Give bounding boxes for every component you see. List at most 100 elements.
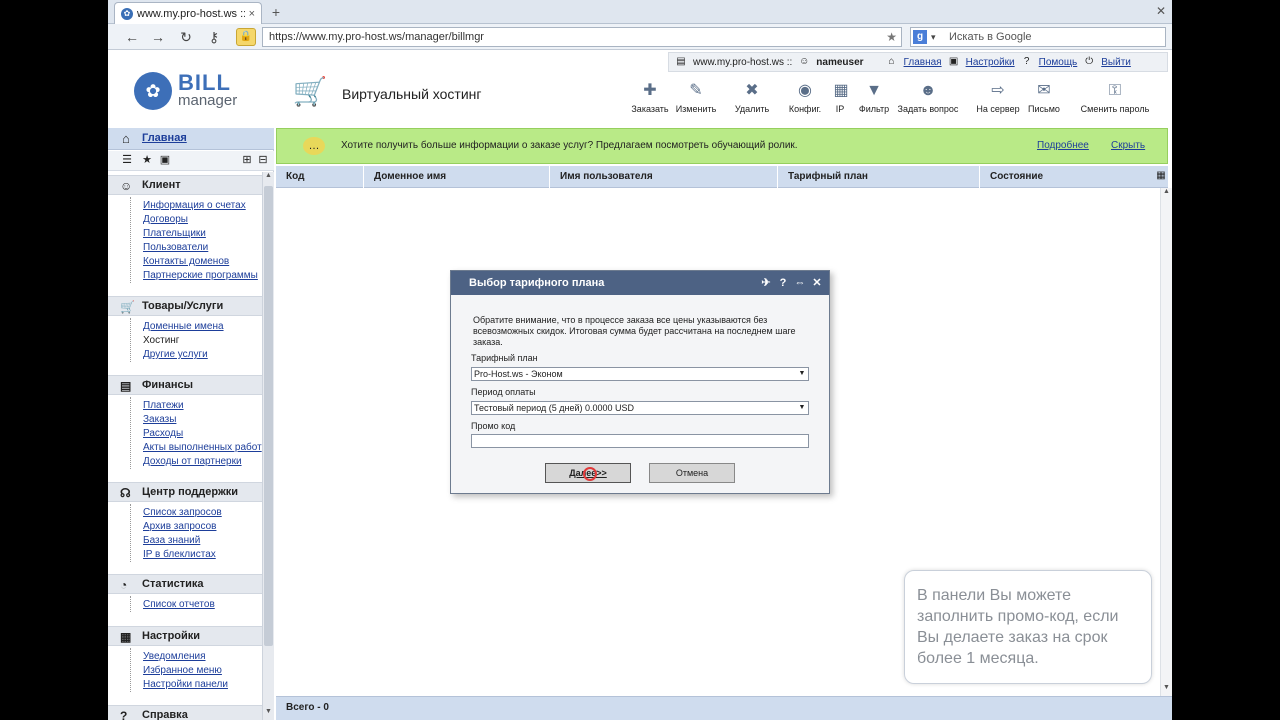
sidebar-item-invoices-info[interactable]: Информация о счетах <box>143 199 262 213</box>
sidebar-group-header[interactable]: ◔ Статистика <box>108 574 262 594</box>
finance-icon: ▤ <box>120 379 132 393</box>
question-icon: ☻ <box>919 82 937 99</box>
dialog-title-bar[interactable]: Выбор тарифного плана ✈ ? ⇔ ✕ <box>451 271 829 295</box>
column-tariff-plan[interactable]: Тарифный план <box>778 166 980 188</box>
sidebar-group-header[interactable]: ☺ Клиент <box>108 175 262 195</box>
scroll-down-icon[interactable]: ▼ <box>263 708 274 720</box>
dialog-help-icon[interactable]: ? <box>777 271 789 295</box>
window-close-icon[interactable]: ✕ <box>1154 4 1168 18</box>
maximize-icon[interactable]: ⇔ <box>794 271 806 295</box>
sidebar-item-other-services[interactable]: Другие услуги <box>143 348 262 362</box>
toolbar-to-server-button[interactable]: ⇨ На сервер <box>974 80 1022 126</box>
lock-icon[interactable]: 🔒 <box>236 28 256 46</box>
cancel-button[interactable]: Отмена <box>649 463 735 483</box>
sidebar-item-ip-blacklists[interactable]: IP в блеклистах <box>143 548 262 562</box>
billmanager-logo[interactable]: ✿ BILL manager <box>134 70 250 116</box>
toolbar-order-button[interactable]: ✚ Заказать <box>628 80 672 126</box>
home-icon: ⌂ <box>888 56 895 67</box>
sidebar-group-header[interactable]: ☊ Центр поддержки <box>108 482 262 502</box>
collapse-all-icon[interactable]: ⊟ <box>256 153 270 167</box>
reload-icon[interactable]: ↻ <box>176 27 196 47</box>
toolbar-question-button[interactable]: ☻ Задать вопрос <box>894 80 962 126</box>
sidebar-item-request-list[interactable]: Список запросов <box>143 506 262 520</box>
column-code[interactable]: Код <box>276 166 364 188</box>
sidebar-item-request-archive[interactable]: Архив запросов <box>143 520 262 534</box>
scroll-up-icon[interactable]: ▲ <box>1161 188 1172 200</box>
pin-icon[interactable]: ✈ <box>760 271 772 295</box>
sidebar-item-orders[interactable]: Заказы <box>143 413 262 427</box>
list-view-icon[interactable]: ☰ <box>120 153 134 167</box>
tab-title: www.my.pro-host.ws ::... <box>137 7 245 20</box>
userbar-logout-link[interactable]: Выйти <box>1101 57 1131 68</box>
table-scrollbar[interactable]: ▲ ▼ <box>1160 188 1172 696</box>
toolbar-edit-button[interactable]: ✎ Изменить <box>674 80 718 126</box>
toolbar-ip-button[interactable]: ▦ IP <box>830 80 850 126</box>
sidebar-item-hosting[interactable]: Хостинг <box>143 334 262 348</box>
toolbar-delete-button[interactable]: ✖ Удалить <box>732 80 772 126</box>
sidebar-group-header[interactable]: ▦ Настройки <box>108 626 262 646</box>
sidebar-item-acts[interactable]: Акты выполненных работ <box>143 441 262 455</box>
sidebar-item-panel-settings[interactable]: Настройки панели <box>143 678 262 692</box>
userbar-settings-link[interactable]: Настройки <box>966 57 1015 68</box>
headset-icon: ☊ <box>120 486 131 500</box>
search-engine-dropdown-icon[interactable]: ▾ <box>931 28 936 46</box>
sidebar-scrollbar[interactable]: ▲ ▼ <box>262 172 274 720</box>
sidebar-item-payers[interactable]: Плательщики <box>143 227 262 241</box>
client-icon: ☺ <box>120 179 133 193</box>
toolbar-filter-button[interactable]: ▼ Фильтр <box>856 80 892 126</box>
back-arrow-icon[interactable]: ← <box>122 27 142 47</box>
expand-all-icon[interactable]: ⊞ <box>240 153 254 167</box>
toolbar-config-button[interactable]: ◉ Конфиг. <box>786 80 824 126</box>
address-bar[interactable]: https://www.my.pro-host.ws/manager/billm… <box>262 27 902 47</box>
scrollbar-thumb[interactable] <box>264 186 273 646</box>
sidebar-item-partner-programs[interactable]: Партнерские программы <box>143 269 262 283</box>
sidebar-item-contracts[interactable]: Договоры <box>143 213 262 227</box>
column-settings-icon[interactable]: ▦ <box>1154 170 1168 184</box>
google-icon: g <box>913 30 927 44</box>
sidebar-group-header[interactable]: ? Справка <box>108 705 262 720</box>
tab-close-icon[interactable]: × <box>249 8 255 20</box>
filter-icon: ▼ <box>866 82 882 99</box>
column-username[interactable]: Имя пользователя <box>550 166 778 188</box>
sidebar-item-knowledge-base[interactable]: База знаний <box>143 534 262 548</box>
column-status[interactable]: Состояние <box>980 166 1156 188</box>
sidebar-home-link[interactable]: Главная <box>142 132 187 144</box>
banner-more-link[interactable]: Подробнее <box>1037 140 1089 151</box>
forward-arrow-icon[interactable]: → <box>148 27 168 47</box>
username: nameuser <box>816 56 864 68</box>
sidebar-item-payments[interactable]: Платежи <box>143 399 262 413</box>
sidebar-group-header[interactable]: 🛒 Товары/Услуги <box>108 296 262 316</box>
plan-select[interactable]: Pro-Host.ws - Эконом ▼ <box>471 367 809 381</box>
scroll-down-icon[interactable]: ▼ <box>1161 684 1172 696</box>
toolbar-mail-button[interactable]: ✉ Письмо <box>1026 80 1062 126</box>
favorites-star-icon[interactable]: ★ <box>140 153 154 167</box>
sidebar-group-header[interactable]: ▤ Финансы <box>108 375 262 395</box>
sidebar-item-domain-contacts[interactable]: Контакты доменов <box>143 255 262 269</box>
browser-tab[interactable]: ✿ www.my.pro-host.ws ::... × <box>114 2 262 24</box>
banner-hide-link[interactable]: Скрыть <box>1111 140 1145 151</box>
sidebar-item-report-list[interactable]: Список отчетов <box>143 598 262 612</box>
key-icon[interactable]: ⚷ <box>204 27 224 47</box>
sidebar-item-notifications[interactable]: Уведомления <box>143 650 262 664</box>
delete-icon: ✖ <box>745 82 759 99</box>
sidebar-group-support: ☊ Центр поддержки Список запросов Архив з… <box>108 482 262 562</box>
new-tab-button[interactable]: + <box>268 4 284 20</box>
sidebar-item-partner-income[interactable]: Доходы от партнерки <box>143 455 262 469</box>
sidebar-item-users[interactable]: Пользователи <box>143 241 262 255</box>
dialog-note: Обратите внимание, что в процессе заказа… <box>473 315 796 347</box>
promo-code-input[interactable] <box>471 434 809 448</box>
briefcase-icon[interactable]: ▣ <box>158 153 172 167</box>
userbar-home-link[interactable]: Главная <box>904 57 942 68</box>
sidebar-item-expenses[interactable]: Расходы <box>143 427 262 441</box>
dialog-close-icon[interactable]: ✕ <box>811 271 823 295</box>
bookmark-star-icon[interactable]: ★ <box>886 28 897 46</box>
period-select[interactable]: Тестовый период (5 дней) 0.0000 USD ▼ <box>471 401 809 415</box>
sidebar-item-favorite-menu[interactable]: Избранное меню <box>143 664 262 678</box>
column-domain-name[interactable]: Доменное имя <box>364 166 550 188</box>
sidebar: ⌂ Главная ☰ ★ ▣ ⊞ ⊟ ☺ Клиент Информация о… <box>108 128 274 720</box>
sidebar-item-domain-names[interactable]: Доменные имена <box>143 320 262 334</box>
search-input[interactable]: g ▾ Искать в Google <box>910 27 1166 47</box>
userbar-help-link[interactable]: Помощь <box>1039 57 1078 68</box>
toolbar-change-password-button[interactable]: ⚿ Сменить пароль <box>1078 80 1152 126</box>
scroll-up-icon[interactable]: ▲ <box>263 172 274 184</box>
